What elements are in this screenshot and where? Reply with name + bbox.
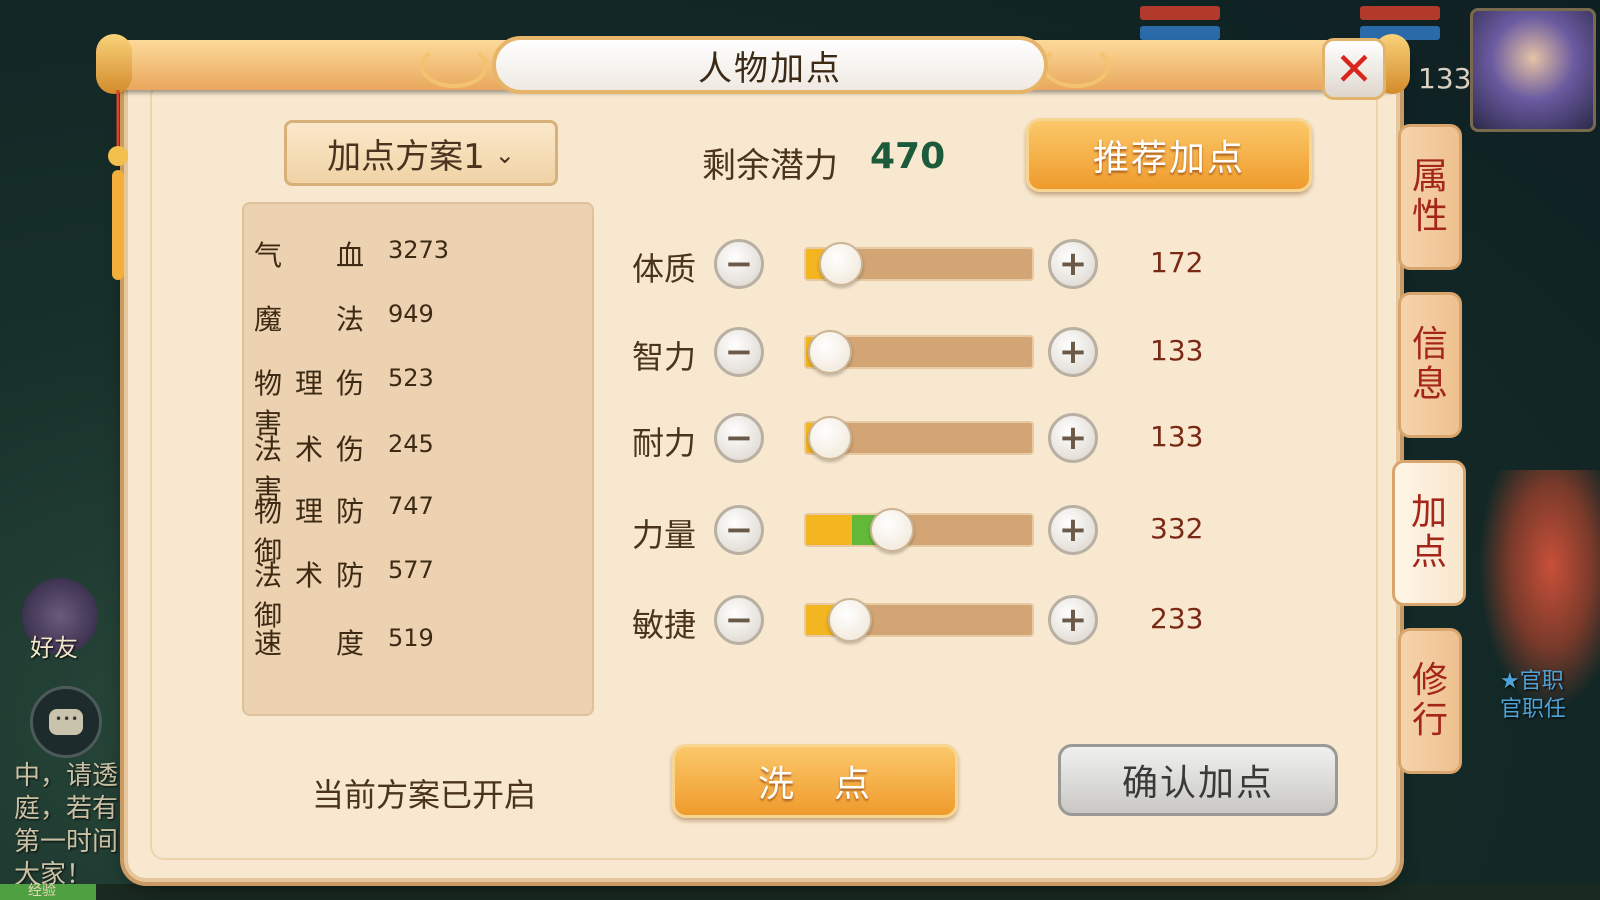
attr-value: 133 [1150, 420, 1204, 453]
npc-title-line: ★官职 [1500, 669, 1564, 694]
plus-icon: + [1058, 244, 1088, 284]
tab-label: 加点 [1411, 492, 1448, 573]
plan-selected: 加点方案1 [327, 136, 485, 177]
minus-icon: − [724, 600, 754, 640]
cloud-ornament-right [1042, 44, 1110, 88]
attr-slider-knob[interactable] [869, 508, 914, 552]
attr-row-agility: 敏捷 − + 233 [632, 592, 1212, 648]
attr-slider-knob[interactable] [828, 598, 873, 642]
hud-level: 133 [1418, 62, 1472, 95]
stat-label: 速度 [254, 627, 364, 660]
potential-value: 470 [870, 136, 946, 177]
exp-bar: 经验 [0, 883, 1600, 900]
attr-slider-knob[interactable] [807, 330, 852, 374]
minus-icon: − [724, 418, 754, 458]
attr-value: 332 [1150, 512, 1204, 545]
decrease-button[interactable]: − [714, 505, 764, 555]
stats-panel: 气血 3273 魔法 949 物理伤害 523 法术伤害 245 物理防御 74… [242, 202, 594, 716]
tab-add-points[interactable]: 加点 [1392, 460, 1466, 606]
attr-row-constitution: 体质 − + 172 [632, 236, 1212, 292]
attr-value: 172 [1150, 246, 1204, 279]
plan-status-text: 当前方案已开启 [312, 776, 537, 814]
stat-row-mp: 魔法 949 [254, 298, 574, 338]
decrease-button[interactable]: − [714, 327, 764, 377]
stat-row-mag-atk: 法术伤害 245 [254, 428, 574, 506]
friend-label: 好友 [30, 634, 78, 662]
exp-label: 经验 [28, 883, 56, 899]
attr-slider-knob[interactable] [807, 416, 852, 460]
potential-label: 剩余潜力 [702, 146, 838, 186]
wash-points-button[interactable]: 洗 点 [672, 744, 958, 818]
stat-row-speed: 速度 519 [254, 622, 574, 662]
cloud-ornament-left [420, 44, 488, 88]
increase-button[interactable]: + [1048, 413, 1098, 463]
chat-line: 庭，若有 [14, 794, 119, 824]
scroll-knob-left [96, 34, 132, 94]
stat-value: 949 [388, 300, 434, 328]
attr-label: 智力 [632, 338, 697, 376]
attr-row-strength: 力量 − + 332 [632, 502, 1212, 558]
decrease-button[interactable]: − [714, 595, 764, 645]
plus-icon: + [1058, 510, 1088, 550]
stat-value: 523 [388, 364, 434, 392]
tab-attributes[interactable]: 属性 [1398, 124, 1462, 270]
attr-row-intellect: 智力 − + 133 [632, 324, 1212, 380]
chat-line: 第一时间 [14, 827, 119, 857]
chat-button[interactable] [30, 686, 102, 758]
close-icon: ✕ [1334, 42, 1374, 96]
confirm-points-button[interactable]: 确认加点 [1058, 744, 1338, 816]
stat-label: 气血 [254, 239, 364, 272]
stat-row-phys-def: 物理防御 747 [254, 490, 574, 568]
stat-value: 577 [388, 556, 434, 584]
attr-base-fill [806, 515, 852, 545]
stat-row-mag-def: 法术防御 577 [254, 554, 574, 632]
chat-icon [49, 709, 83, 735]
stat-label: 魔法 [254, 303, 364, 336]
tab-cultivation[interactable]: 修行 [1398, 628, 1462, 774]
stat-value: 747 [388, 492, 434, 520]
attr-slider-knob[interactable] [819, 242, 863, 286]
minus-icon: − [724, 510, 754, 550]
stat-value: 3273 [388, 236, 450, 264]
player-avatar[interactable] [1470, 8, 1596, 132]
attr-label: 体质 [632, 250, 697, 288]
npc-title: ★官职 官职任 [1500, 668, 1566, 724]
attr-slider-track[interactable] [804, 513, 1034, 547]
attr-value: 233 [1150, 602, 1204, 635]
npc-title-line: 官职任 [1500, 697, 1567, 722]
tab-label: 属性 [1412, 156, 1449, 237]
stat-value: 245 [388, 430, 434, 458]
chevron-down-icon: ⌄ [494, 141, 515, 169]
plus-icon: + [1058, 600, 1088, 640]
decrease-button[interactable]: − [714, 239, 764, 289]
attr-label: 敏捷 [632, 606, 697, 644]
increase-button[interactable]: + [1048, 505, 1098, 555]
window-title: 人物加点 [698, 48, 842, 89]
attr-value: 133 [1150, 334, 1204, 367]
stat-row-phys-atk: 物理伤害 523 [254, 362, 574, 440]
plus-icon: + [1058, 332, 1088, 372]
plus-icon: + [1058, 418, 1088, 458]
increase-button[interactable]: + [1048, 239, 1098, 289]
minus-icon: − [724, 332, 754, 372]
attr-label: 耐力 [632, 424, 697, 462]
increase-button[interactable]: + [1048, 327, 1098, 377]
tab-label: 修行 [1412, 660, 1449, 741]
minus-icon: − [724, 244, 754, 284]
chat-line: 中，请透 [14, 761, 119, 791]
tassel-ornament [108, 90, 128, 280]
recommend-button[interactable]: 推荐加点 [1026, 118, 1312, 192]
tab-info[interactable]: 信息 [1398, 292, 1462, 438]
stat-value: 519 [388, 624, 434, 652]
plan-dropdown[interactable]: 加点方案1 ⌄ [284, 120, 558, 186]
attr-row-endurance: 耐力 − + 133 [632, 410, 1212, 466]
decrease-button[interactable]: − [714, 413, 764, 463]
stat-row-hp: 气血 3273 [254, 234, 574, 274]
increase-button[interactable]: + [1048, 595, 1098, 645]
chat-text: 中，请透 庭，若有 第一时间 大家！ [14, 760, 134, 892]
tab-label: 信息 [1412, 324, 1449, 405]
attr-label: 力量 [632, 516, 697, 554]
window-title-plate: 人物加点 [492, 36, 1048, 94]
close-button[interactable]: ✕ [1322, 38, 1386, 100]
